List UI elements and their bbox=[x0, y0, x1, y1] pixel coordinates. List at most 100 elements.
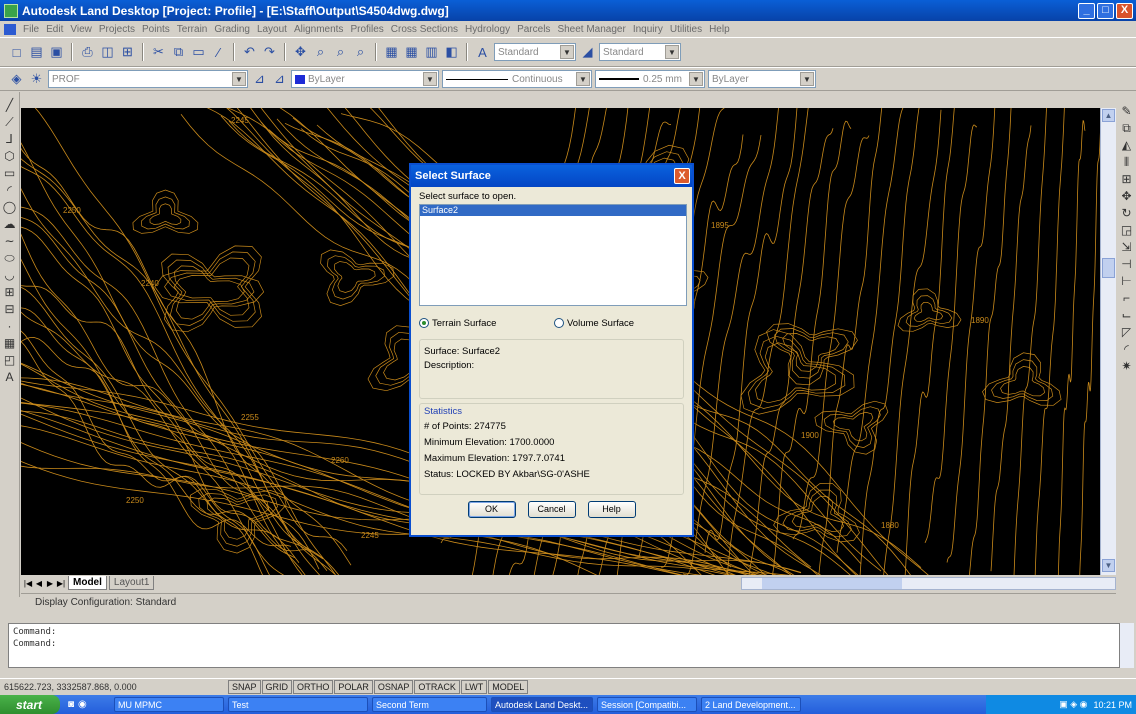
erase-icon[interactable]: ✎ bbox=[1120, 104, 1134, 118]
prev-tab-icon[interactable]: ◀ bbox=[34, 579, 44, 588]
layer-state-icon[interactable]: ☀ bbox=[28, 71, 45, 88]
markup-icon[interactable]: ◧ bbox=[443, 44, 460, 61]
point-icon[interactable]: · bbox=[3, 319, 17, 333]
taskbar-item[interactable]: Session [Compatibi... bbox=[597, 697, 697, 712]
taskbar-item[interactable]: Test bbox=[228, 697, 368, 712]
line-icon[interactable]: ╱ bbox=[3, 98, 17, 112]
redo-icon[interactable]: ↷ bbox=[261, 44, 278, 61]
break-icon[interactable]: ⌐ bbox=[1120, 291, 1134, 305]
scrollbar-thumb[interactable] bbox=[762, 578, 902, 589]
scale-icon[interactable]: ◲ bbox=[1120, 223, 1134, 237]
surface-list[interactable]: Surface2 bbox=[419, 204, 687, 306]
copy-object-icon[interactable]: ⧉ bbox=[1120, 121, 1134, 135]
menu-view[interactable]: View bbox=[70, 24, 92, 35]
design-center-icon[interactable]: ▦ bbox=[403, 44, 420, 61]
undo-icon[interactable]: ↶ bbox=[241, 44, 258, 61]
radio-selected-icon[interactable] bbox=[419, 318, 429, 328]
make-current-icon[interactable]: ⊿ bbox=[251, 71, 268, 88]
cut-icon[interactable]: ✂ bbox=[150, 44, 167, 61]
new-file-icon[interactable]: □ bbox=[8, 44, 25, 61]
mirror-icon[interactable]: ◭ bbox=[1120, 138, 1134, 152]
join-icon[interactable]: ⌙ bbox=[1120, 308, 1134, 322]
tray-icons[interactable]: ▣ ◈ ◉ bbox=[1059, 699, 1087, 710]
volume-surface-radio[interactable]: Volume Surface bbox=[554, 318, 634, 329]
menu-utilities[interactable]: Utilities bbox=[670, 24, 702, 35]
desktop-icon[interactable]: ◙ bbox=[68, 699, 74, 710]
zoom-window-icon[interactable]: ⌕ bbox=[332, 44, 349, 61]
chamfer-icon[interactable]: ◸ bbox=[1120, 325, 1134, 339]
stretch-icon[interactable]: ⇲ bbox=[1120, 240, 1134, 254]
menu-cross-sections[interactable]: Cross Sections bbox=[391, 24, 458, 35]
zoom-realtime-icon[interactable]: ⌕ bbox=[312, 44, 329, 61]
snap-toggle[interactable]: SNAP bbox=[228, 680, 261, 694]
start-button[interactable]: start bbox=[0, 695, 60, 714]
ok-button[interactable]: OK bbox=[467, 501, 516, 518]
layer-previous-icon[interactable]: ⊿ bbox=[271, 71, 288, 88]
spline-icon[interactable]: ∼ bbox=[3, 234, 17, 248]
text-style-select[interactable]: Standard ▼ bbox=[494, 43, 576, 61]
radio-unselected-icon[interactable] bbox=[554, 318, 564, 328]
menu-profiles[interactable]: Profiles bbox=[350, 24, 383, 35]
tab-model[interactable]: Model bbox=[68, 576, 107, 590]
extend-icon[interactable]: ⊢ bbox=[1120, 274, 1134, 288]
cancel-button[interactable]: Cancel bbox=[527, 501, 576, 518]
lineweight-select[interactable]: 0.25 mm ▼ bbox=[595, 70, 705, 88]
pan-icon[interactable]: ✥ bbox=[292, 44, 309, 61]
first-tab-icon[interactable]: |◀ bbox=[23, 579, 33, 588]
circle-icon[interactable]: ◯ bbox=[3, 200, 17, 214]
menu-terrain[interactable]: Terrain bbox=[177, 24, 208, 35]
plotstyle-select[interactable]: ByLayer ▼ bbox=[708, 70, 816, 88]
ortho-toggle[interactable]: ORTHO bbox=[293, 680, 334, 694]
ellipse-icon[interactable]: ⬭ bbox=[3, 251, 17, 265]
menu-layout[interactable]: Layout bbox=[257, 24, 287, 35]
paste-icon[interactable]: ▭ bbox=[190, 44, 207, 61]
explode-icon[interactable]: ✷ bbox=[1120, 359, 1134, 373]
last-tab-icon[interactable]: ▶| bbox=[56, 579, 66, 588]
polar-toggle[interactable]: POLAR bbox=[334, 680, 373, 694]
tool-palettes-icon[interactable]: ▥ bbox=[423, 44, 440, 61]
browser-icon[interactable]: ◉ bbox=[78, 699, 87, 710]
surface-list-item[interactable]: Surface2 bbox=[420, 205, 686, 216]
move-icon[interactable]: ✥ bbox=[1120, 189, 1134, 203]
close-button[interactable]: X bbox=[1116, 2, 1133, 19]
arc-icon[interactable]: ◜ bbox=[3, 183, 17, 197]
offset-icon[interactable]: ⫴ bbox=[1120, 155, 1134, 169]
tab-layout1[interactable]: Layout1 bbox=[108, 576, 155, 590]
maximize-button[interactable]: □ bbox=[1097, 2, 1114, 19]
properties-icon[interactable]: ▦ bbox=[383, 44, 400, 61]
menu-help[interactable]: Help bbox=[709, 24, 730, 35]
scroll-up-icon[interactable]: ▲ bbox=[1102, 109, 1115, 122]
insert-block-icon[interactable]: ⊞ bbox=[3, 285, 17, 299]
preview-icon[interactable]: ◫ bbox=[99, 44, 116, 61]
publish-icon[interactable]: ⊞ bbox=[119, 44, 136, 61]
make-block-icon[interactable]: ⊟ bbox=[3, 302, 17, 316]
next-tab-icon[interactable]: ▶ bbox=[45, 579, 55, 588]
open-file-icon[interactable]: ▤ bbox=[28, 44, 45, 61]
menu-alignments[interactable]: Alignments bbox=[294, 24, 343, 35]
scroll-down-icon[interactable]: ▼ bbox=[1102, 559, 1115, 572]
chevron-down-icon[interactable]: ▼ bbox=[232, 72, 246, 86]
hatch-icon[interactable]: ▦ bbox=[3, 336, 17, 350]
region-icon[interactable]: ◰ bbox=[3, 353, 17, 367]
menu-grading[interactable]: Grading bbox=[214, 24, 250, 35]
copy-icon[interactable]: ⧉ bbox=[170, 44, 187, 61]
save-icon[interactable]: ▣ bbox=[48, 44, 65, 61]
chevron-down-icon[interactable]: ▼ bbox=[560, 45, 574, 59]
command-window[interactable]: Command: Command: bbox=[8, 623, 1120, 668]
rectangle-icon[interactable]: ▭ bbox=[3, 166, 17, 180]
layer-manager-icon[interactable]: ◈ bbox=[8, 71, 25, 88]
minimize-button[interactable]: _ bbox=[1078, 2, 1095, 19]
polyline-icon[interactable]: ⅃ bbox=[3, 132, 17, 146]
chevron-down-icon[interactable]: ▼ bbox=[665, 45, 679, 59]
lwt-toggle[interactable]: LWT bbox=[460, 680, 488, 694]
dim-style-icon[interactable]: ◢ bbox=[579, 44, 596, 61]
array-icon[interactable]: ⊞ bbox=[1120, 172, 1134, 186]
help-button[interactable]: Help bbox=[587, 501, 636, 518]
menu-hydrology[interactable]: Hydrology bbox=[465, 24, 510, 35]
taskbar-item[interactable]: Second Term bbox=[372, 697, 487, 712]
taskbar-item[interactable]: 2 Land Development... bbox=[701, 697, 801, 712]
dialog-close-button[interactable]: X bbox=[674, 168, 690, 184]
model-toggle[interactable]: MODEL bbox=[488, 680, 529, 694]
polygon-icon[interactable]: ⬡ bbox=[3, 149, 17, 163]
menu-projects[interactable]: Projects bbox=[99, 24, 135, 35]
